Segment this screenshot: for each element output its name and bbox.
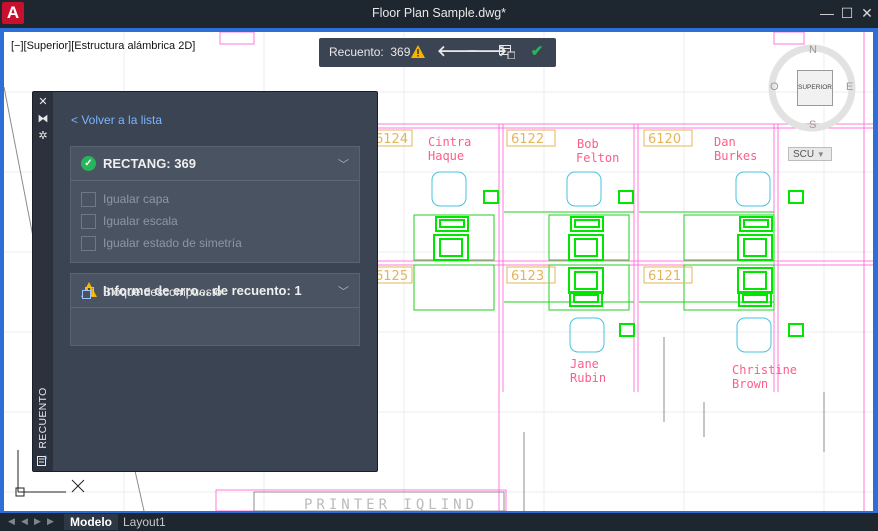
count-label: Recuento: 369 <box>329 45 411 59</box>
viewport-controls-label[interactable]: [−][Superior][Estructura alámbrica 2D] <box>11 40 195 52</box>
occupant-first-name: Dan <box>714 135 736 149</box>
count-palette: ✕ ⧓ ✲ RECUENTO # < Volver a la lista ✓ R… <box>32 91 378 472</box>
occupant-first-name: Jane <box>570 357 599 371</box>
occupant-first-name: Christine <box>732 363 797 377</box>
room-number: 6123 <box>511 269 544 284</box>
block-icon <box>82 287 94 299</box>
count-palette-icon[interactable]: # <box>35 454 51 468</box>
settings-icon[interactable]: ✲ <box>35 129 51 143</box>
occupant-last-name: Burkes <box>714 149 757 163</box>
compass-south[interactable]: S <box>809 119 816 131</box>
chevron-down-icon[interactable]: ﹀ <box>338 156 349 172</box>
match-layer-label: Igualar capa <box>103 192 170 206</box>
match-scale-option[interactable]: Igualar escala <box>81 211 341 231</box>
close-button[interactable]: ✕ <box>858 4 876 22</box>
drawing-bottom-text: PRINTER IQLIND <box>304 497 478 511</box>
compass-east[interactable]: E <box>846 81 853 93</box>
room-number: 6120 <box>648 132 681 147</box>
ucs-dropdown[interactable]: SCU ▼ <box>788 147 832 161</box>
navcube-face[interactable]: SUPERIOR <box>797 70 833 106</box>
maximize-button[interactable]: ☐ <box>838 4 856 22</box>
palette-title-strip: ✕ ⧓ ✲ RECUENTO # <box>33 92 53 471</box>
previous-tab-arrow-icon[interactable]: ◀ <box>21 516 28 527</box>
room-number: 6125 <box>375 269 408 284</box>
count-toolbar: Recuento: 369 🡐 🡒 ✔ <box>319 38 556 67</box>
autohide-icon[interactable]: ⧓ <box>35 112 51 126</box>
title-bar: A Floor Plan Sample.dwg* — ☐ ✕ <box>0 0 878 28</box>
chevron-down-icon[interactable]: ﹀ <box>338 283 349 299</box>
next-tab-arrow-icon[interactable]: ▶ <box>34 516 41 527</box>
back-to-list-link[interactable]: < Volver a la lista <box>71 113 162 127</box>
insert-count-table-icon[interactable] <box>497 42 517 62</box>
occupant-last-name: Felton <box>576 151 619 165</box>
occupant-last-name: Brown <box>732 377 768 391</box>
match-scale-checkbox[interactable] <box>81 214 96 229</box>
occupant-last-name: Haque <box>428 149 464 163</box>
compass-west[interactable]: O <box>770 81 779 93</box>
palette-title: RECUENTO <box>37 387 49 449</box>
occupant-last-name: Rubin <box>570 371 606 385</box>
previous-arrow-icon[interactable]: 🡐 <box>437 42 477 62</box>
occupant-first-name: Cintra <box>428 135 471 149</box>
minimize-button[interactable]: — <box>818 4 836 22</box>
svg-text:#: # <box>44 456 48 462</box>
occupant-first-name: Bob <box>577 137 599 151</box>
rectang-section-title: RECTANG: 369 <box>103 156 196 171</box>
first-tab-arrow-icon[interactable]: ◀ <box>8 516 15 527</box>
finish-checkmark-icon[interactable]: ✔ <box>527 42 547 62</box>
match-mirror-option[interactable]: Igualar estado de simetría <box>81 233 341 253</box>
room-number: 6121 <box>648 269 681 284</box>
match-layer-option[interactable]: Igualar capa <box>81 189 341 209</box>
layout-tab-bar: ◀ ◀ ▶ ▶ Modelo Layout1 <box>0 513 878 531</box>
rectang-section: ✓ RECTANG: 369 ﹀ Igualar capa Igualar es… <box>70 146 360 263</box>
match-scale-label: Igualar escala <box>103 214 178 228</box>
tab-model[interactable]: Modelo <box>64 514 118 530</box>
error-report-section: Informe de erro... de recuento: 1 ﹀ Bloq… <box>70 273 360 346</box>
room-number: 6122 <box>511 132 544 147</box>
match-mirror-checkbox[interactable] <box>81 236 96 251</box>
next-arrow-icon[interactable]: 🡒 <box>467 42 507 62</box>
exploded-block-label: Bloque descompuesto <box>103 285 222 299</box>
count-value: 369 <box>390 45 411 59</box>
warning-icon[interactable] <box>409 42 427 62</box>
check-circle-icon: ✓ <box>81 156 96 171</box>
rectang-section-header[interactable]: ✓ RECTANG: 369 ﹀ <box>71 147 359 181</box>
ucs-label: SCU <box>793 149 815 160</box>
last-tab-arrow-icon[interactable]: ▶ <box>47 516 54 527</box>
close-palette-icon[interactable]: ✕ <box>35 95 51 109</box>
room-number: 6124 <box>375 132 408 147</box>
compass-north[interactable]: N <box>809 44 817 56</box>
tab-layout1[interactable]: Layout1 <box>117 514 172 530</box>
chevron-down-icon: ▼ <box>816 150 825 159</box>
window-title: Floor Plan Sample.dwg* <box>371 6 507 20</box>
match-layer-checkbox[interactable] <box>81 192 96 207</box>
match-mirror-label: Igualar estado de simetría <box>103 236 242 250</box>
